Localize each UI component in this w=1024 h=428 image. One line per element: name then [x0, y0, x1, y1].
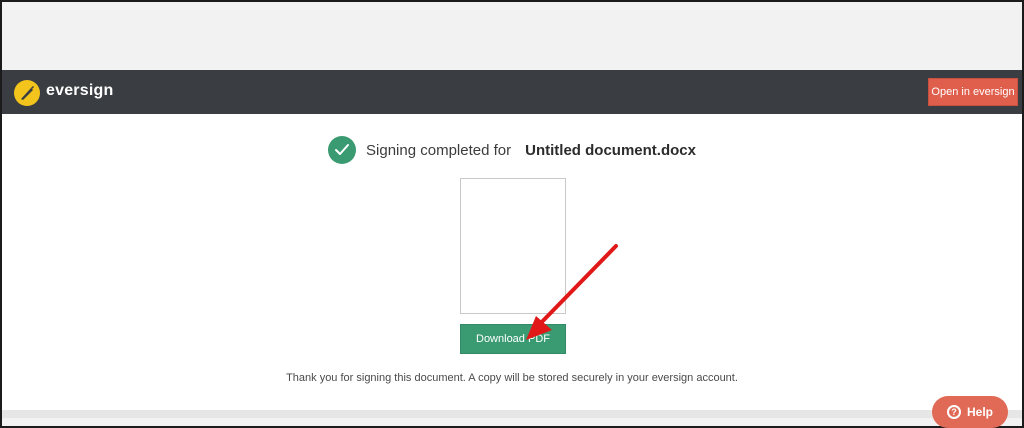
app-header: eversign Open in eversign — [2, 70, 1022, 114]
red-arrow-annotation — [526, 244, 618, 340]
brand-name: eversign — [46, 82, 114, 99]
browser-frame: eversign Open in eversign Signing comple… — [0, 0, 1024, 428]
top-blank-area — [2, 2, 1022, 70]
open-in-eversign-button[interactable]: Open in eversign — [928, 78, 1018, 106]
help-label: Help — [966, 405, 993, 419]
completion-status: Signing completed for Untitled document.… — [2, 134, 1022, 166]
help-button[interactable]: ? Help — [932, 396, 1008, 428]
main-content: Signing completed for Untitled document.… — [2, 114, 1022, 410]
bottom-strip — [2, 410, 1022, 418]
question-mark-icon: ? — [946, 405, 961, 419]
feather-pen-icon — [21, 86, 34, 100]
document-name: Untitled document.docx — [525, 141, 696, 159]
status-message: Signing completed for — [366, 141, 512, 159]
thank-you-message: Thank you for signing this document. A c… — [286, 372, 738, 384]
check-icon — [328, 136, 357, 164]
eversign-logo-icon — [14, 80, 40, 106]
